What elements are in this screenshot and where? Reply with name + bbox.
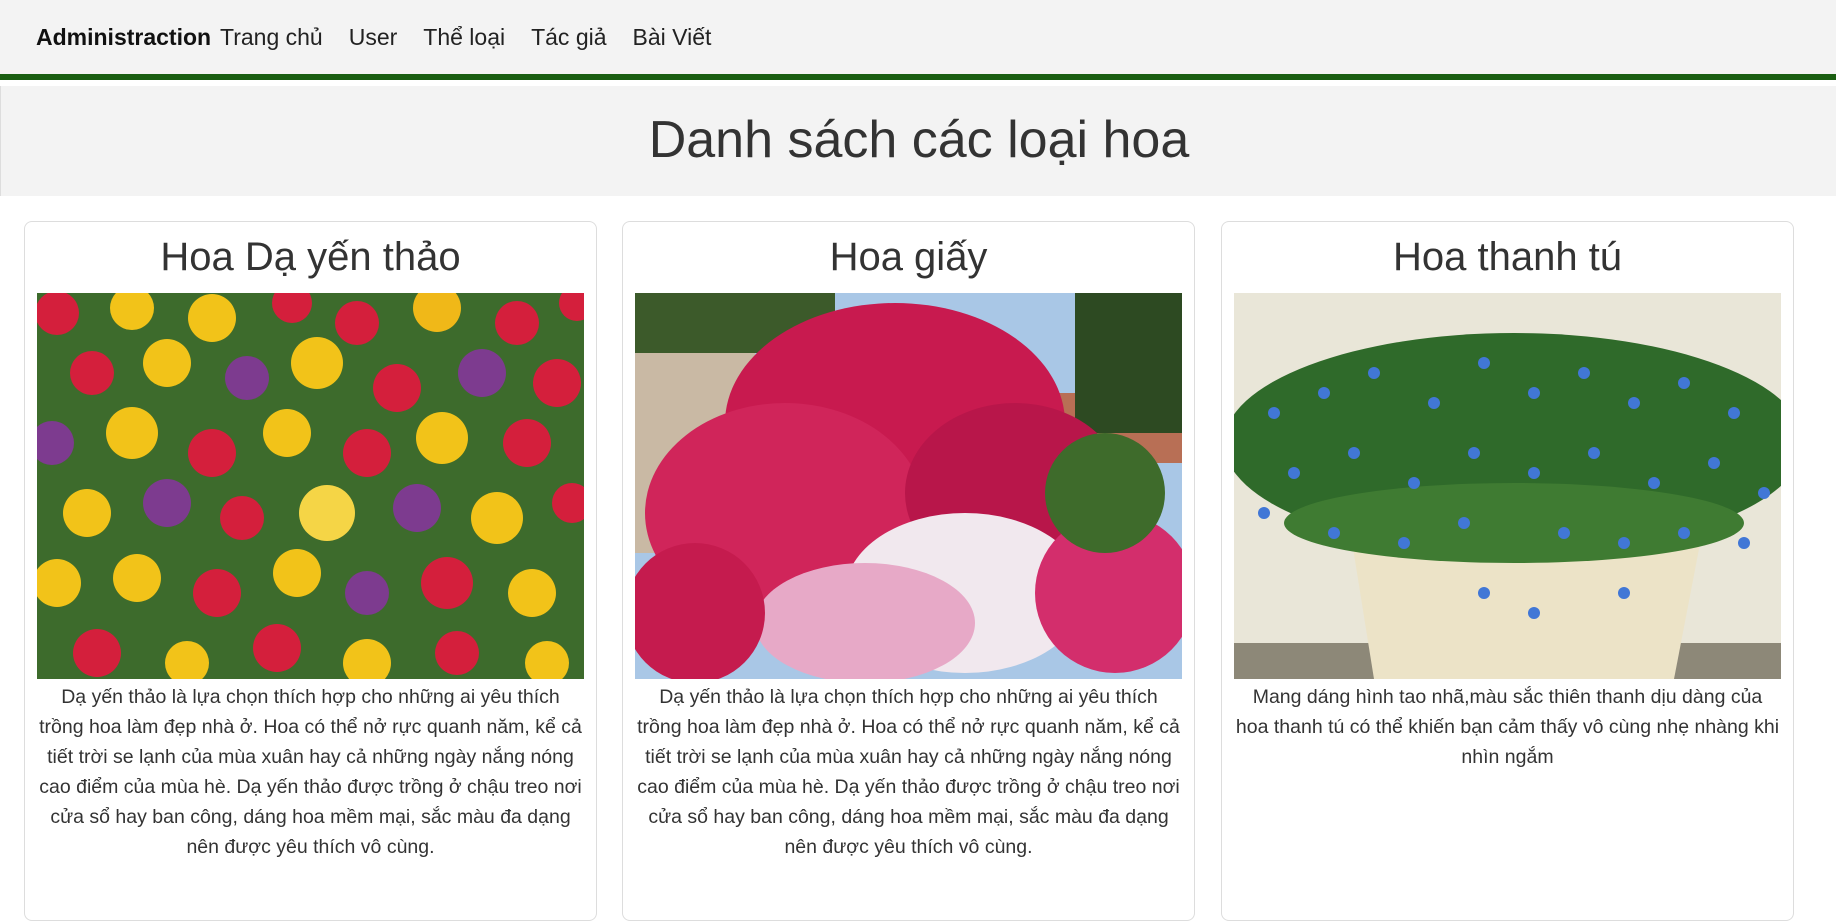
navbar-brand[interactable]: Administraction bbox=[36, 24, 211, 50]
page-title: Danh sách các loại hoa bbox=[648, 111, 1190, 169]
card-description: Mang dáng hình tao nhã,màu sắc thiên tha… bbox=[1235, 686, 1780, 768]
card-title: Hoa thanh tú bbox=[1392, 235, 1623, 279]
nav-links: Trang chủ User Thể loại Tác giả Bài Viết bbox=[220, 24, 737, 50]
nav-link-author[interactable]: Tác giả bbox=[531, 24, 606, 50]
nav-link-posts[interactable]: Bài Viết bbox=[633, 24, 712, 50]
flower-card: Hoa thanh tú Mang dáng hình tao nhã,màu … bbox=[1221, 221, 1794, 921]
card-description: Dạ yến thảo là lựa chọn thích hợp cho nh… bbox=[39, 686, 582, 858]
card-description: Dạ yến thảo là lựa chọn thích hợp cho nh… bbox=[637, 686, 1180, 858]
nav-link-home[interactable]: Trang chủ bbox=[220, 24, 323, 50]
nav-link-user[interactable]: User bbox=[349, 24, 398, 50]
petunia-image bbox=[37, 293, 584, 679]
flower-card: Hoa giấy Dạ yến thảo là lựa chọn thích h… bbox=[622, 221, 1195, 921]
flower-card: Hoa Dạ yến thảo Dạ yến thảo là lựa chọn … bbox=[24, 221, 597, 921]
card-title: Hoa Dạ yến thảo bbox=[160, 235, 461, 279]
nav-link-category[interactable]: Thể loại bbox=[423, 24, 505, 50]
navbar: Administraction Trang chủ User Thể loại … bbox=[0, 0, 1836, 80]
bougainvillea-image bbox=[635, 293, 1182, 679]
page-header: Danh sách các loại hoa bbox=[0, 86, 1836, 196]
card-title: Hoa giấy bbox=[829, 235, 988, 279]
blue-daze-image bbox=[1234, 293, 1781, 679]
